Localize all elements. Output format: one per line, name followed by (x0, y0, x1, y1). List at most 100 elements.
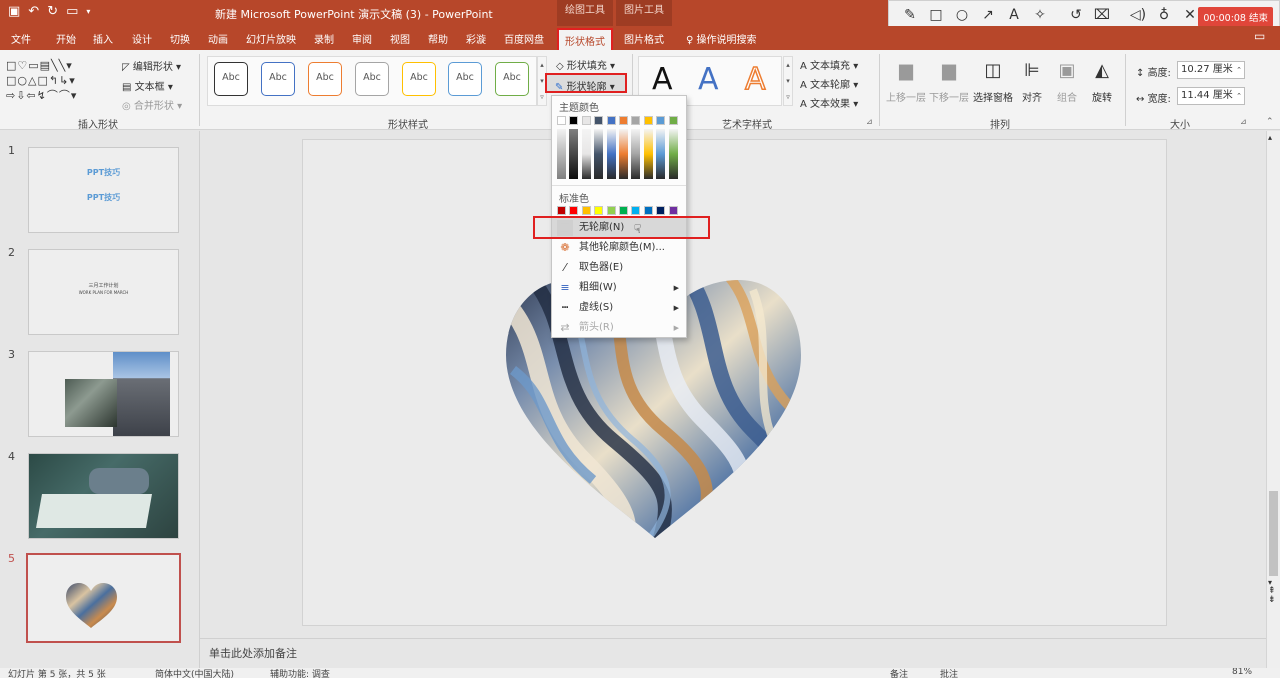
shape-outline-button[interactable]: ✎ 形状轮廓 ▾ (545, 73, 627, 93)
magic-wand-icon[interactable]: ✧ (1029, 7, 1051, 23)
rotate-button[interactable]: ◭ 旋转 (1087, 57, 1117, 113)
scrollbar-thumb[interactable] (1269, 491, 1278, 576)
standard-color-swatch[interactable] (581, 206, 591, 215)
color-swatch[interactable] (557, 116, 566, 125)
color-swatch[interactable] (581, 116, 591, 125)
standard-color-swatch[interactable] (631, 206, 641, 215)
tab-record[interactable]: 录制 (314, 31, 334, 46)
tab-transitions[interactable]: 切换 (170, 31, 190, 46)
height-input[interactable]: 10.27 厘米 ⌃ (1177, 61, 1245, 79)
undo-icon[interactable]: ↶ (28, 4, 39, 19)
tab-baidu-netdisk[interactable]: 百度网盘 (504, 31, 544, 46)
prev-next-slide-icon[interactable]: ⇞ ⇟ (1268, 587, 1276, 605)
presentation-icon[interactable]: ▭ (66, 4, 78, 19)
menu-item-color-palette[interactable]: ❁ 其他轮廓颜色(M)... (552, 238, 686, 258)
standard-color-swatch[interactable] (656, 206, 666, 215)
width-input[interactable]: 11.44 厘米 ⌃ (1177, 87, 1245, 105)
menu-item-eyedropper[interactable]: ⁄ 取色器(E) (552, 258, 686, 278)
color-swatch[interactable] (606, 116, 616, 125)
tab-review[interactable]: 审阅 (352, 31, 372, 46)
slide-thumbnail-5[interactable] (26, 553, 181, 643)
undo-icon[interactable]: ↺ (1065, 7, 1087, 23)
heart-picture[interactable] (303, 140, 1168, 627)
text-effects-button[interactable]: A 文本效果 ▾ (800, 95, 858, 110)
tab-animations[interactable]: 动画 (208, 31, 228, 46)
slide-thumbnail-3[interactable] (28, 351, 179, 437)
menu-item-dashes[interactable]: ┅ 虚线(S) ▶ (552, 298, 686, 318)
tab-view[interactable]: 视图 (390, 31, 410, 46)
standard-color-swatch[interactable] (606, 206, 616, 215)
tab-file[interactable]: 文件 (11, 31, 31, 46)
recording-timer-button[interactable]: 00:00:08 结束 (1198, 7, 1273, 27)
color-shade-column[interactable] (606, 129, 616, 179)
color-shade-column[interactable] (643, 129, 653, 179)
tab-home[interactable]: 开始 (56, 31, 76, 46)
language[interactable]: 简体中文(中国大陆) (155, 668, 234, 678)
vertical-scrollbar[interactable]: ▴ ▾ ⇞ ⇟ (1266, 131, 1280, 668)
shape-style-4[interactable]: Abc (355, 62, 389, 96)
color-swatch[interactable] (594, 116, 604, 125)
comments-icon[interactable]: ▭ (1254, 29, 1265, 43)
tab-insert[interactable]: 插入 (93, 31, 113, 46)
notes-pane[interactable]: 单击此处添加备注 (200, 638, 1266, 668)
menu-item-arrows[interactable]: ⇄ 箭头(R) ▶ (552, 318, 686, 338)
color-shade-column[interactable] (631, 129, 641, 179)
redo-icon[interactable]: ↻ (47, 4, 58, 19)
size-dialog-launcher-icon[interactable]: ⊿ (1240, 117, 1247, 126)
standard-color-swatch[interactable] (619, 206, 628, 215)
standard-color-swatch[interactable] (557, 206, 566, 215)
align-button[interactable]: ⊫ 对齐 (1018, 57, 1046, 113)
notes-toggle[interactable]: 备注 (890, 668, 908, 678)
color-shade-column[interactable] (557, 129, 566, 179)
customize-qat-icon[interactable]: ▾ (86, 7, 90, 16)
collapse-ribbon-icon[interactable]: ⌃ (1266, 117, 1274, 127)
edit-shape-button[interactable]: ◸ 编辑形状 ▾ (122, 58, 181, 73)
standard-color-swatch[interactable] (594, 206, 604, 215)
text-icon[interactable]: A (1003, 7, 1025, 23)
comments-toggle[interactable]: 批注 (940, 668, 958, 678)
wordart-style-3[interactable]: A (744, 61, 766, 98)
selection-pane-button[interactable]: ◫ 选择窗格 (971, 57, 1015, 113)
shape-fill-button[interactable]: ◇ 形状填充 ▾ (556, 57, 615, 72)
dialog-launcher-icon[interactable]: ⊿ (866, 117, 873, 126)
color-shade-column[interactable] (569, 129, 579, 179)
tab-caixuan[interactable]: 彩漩 (466, 31, 486, 46)
color-shade-column[interactable] (656, 129, 666, 179)
group-button[interactable]: ▣ 组合 (1052, 57, 1082, 113)
speaker-icon[interactable]: ◁) (1127, 7, 1149, 23)
circle-icon[interactable]: ○ (951, 7, 973, 23)
color-shade-column[interactable] (581, 129, 591, 179)
slide-thumbnail-1[interactable]: PPT技巧 PPT技巧 (28, 147, 179, 233)
rectangle-icon[interactable]: □ (925, 7, 947, 23)
slide-thumbnail-4[interactable] (28, 453, 179, 539)
color-swatch[interactable] (643, 116, 653, 125)
standard-color-swatch[interactable] (643, 206, 653, 215)
color-shade-column[interactable] (594, 129, 604, 179)
color-shade-column[interactable] (668, 129, 678, 179)
trash-icon[interactable]: ⌧ (1091, 7, 1113, 23)
shape-style-1[interactable]: Abc (214, 62, 248, 96)
wordart-scroll[interactable]: ▴ ▾ ▿ (783, 56, 793, 106)
shapes-gallery[interactable]: □♡▭▤╲╲▾ □○△□↰↳▾ ⇨⇩⇦↯⌒⌒▾ (6, 58, 110, 103)
color-shade-column[interactable] (619, 129, 628, 179)
shape-style-7[interactable]: Abc (495, 62, 529, 96)
send-backward-button[interactable]: ▆ 下移一层 (929, 57, 969, 113)
pen-icon[interactable]: ✎ (899, 7, 921, 23)
shape-style-2[interactable]: Abc (261, 62, 295, 96)
slide-canvas[interactable] (302, 139, 1167, 626)
wordart-style-1[interactable]: A (652, 62, 673, 97)
save-icon[interactable]: ▣ (8, 4, 20, 19)
tab-help[interactable]: 帮助 (428, 31, 448, 46)
slide-thumbnail-2[interactable]: 三月工作计划 WORK PLAN FOR MARCH (28, 249, 179, 335)
tab-picture-format[interactable]: 图片格式 (624, 31, 664, 46)
text-box-button[interactable]: ▤ 文本框 ▾ (122, 78, 173, 93)
zoom-level[interactable]: 81% (1232, 668, 1252, 677)
microphone-icon[interactable]: ♁ (1153, 7, 1175, 23)
wordart-style-2[interactable]: A (698, 62, 719, 97)
tab-slideshow[interactable]: 幻灯片放映 (246, 31, 296, 46)
color-swatch[interactable] (619, 116, 628, 125)
color-swatch[interactable] (668, 116, 678, 125)
standard-color-swatch[interactable] (569, 206, 579, 215)
arrow-icon[interactable]: ↗ (977, 7, 999, 23)
tell-me-search[interactable]: ♀ 操作说明搜索 (686, 31, 757, 46)
